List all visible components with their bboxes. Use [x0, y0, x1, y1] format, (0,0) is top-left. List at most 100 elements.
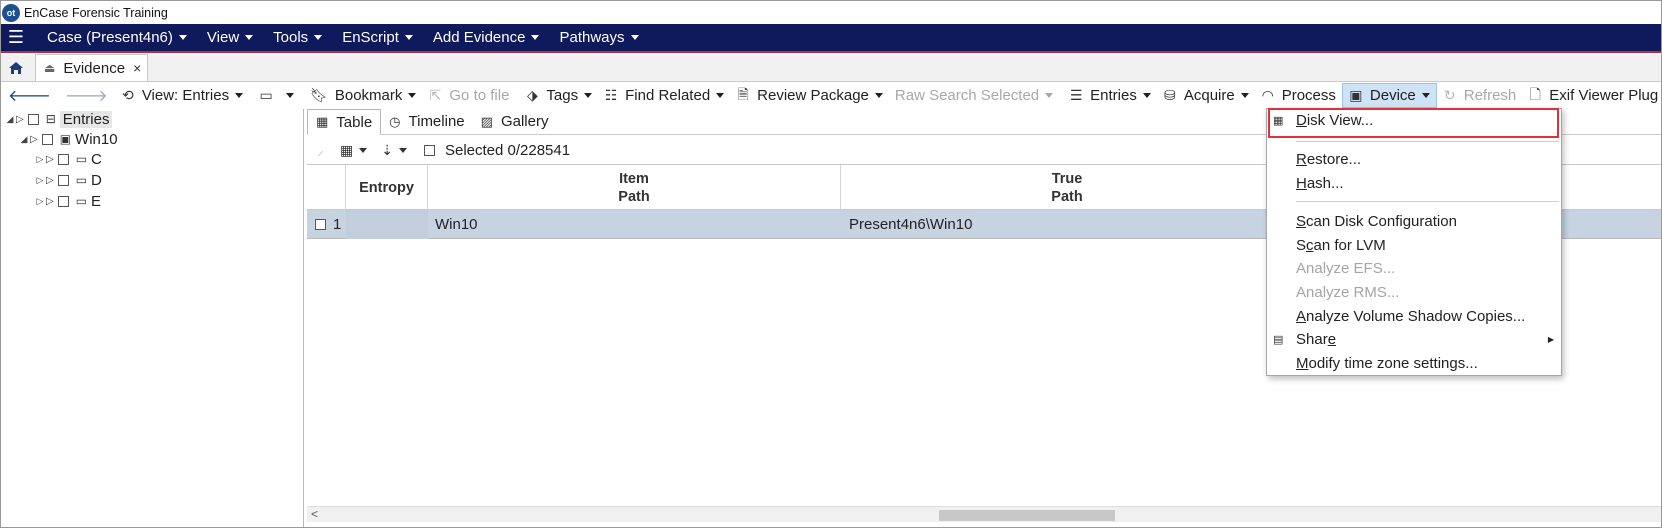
- tree-checkbox[interactable]: [57, 195, 69, 207]
- menu-add-evidence[interactable]: Add Evidence: [423, 24, 550, 51]
- entries-button[interactable]: ☰ Entries: [1063, 83, 1157, 108]
- entries-tree-icon: ⊟: [45, 112, 56, 126]
- menu-item-analyze-volume-shadow-copies[interactable]: Analyze Volume Shadow Copies...: [1267, 305, 1561, 328]
- tree-node-e[interactable]: ▷ ▷ ▭ E: [35, 191, 102, 211]
- tree-checkbox[interactable]: [57, 153, 69, 165]
- menu-view[interactable]: View: [197, 24, 263, 51]
- forward-arrow-icon[interactable]: 🡒: [58, 85, 115, 106]
- tab-timeline[interactable]: ◷ Timeline: [381, 109, 472, 134]
- menu-tools[interactable]: Tools: [263, 24, 332, 51]
- exif-viewer-label: Exif Viewer Plug: [1549, 87, 1659, 104]
- column-header-entropy[interactable]: Entropy: [346, 165, 428, 210]
- tree-label-c[interactable]: C: [91, 151, 102, 168]
- chevron-down-icon: [1421, 93, 1430, 98]
- go-to-file-button[interactable]: ⇱ Go to file: [422, 83, 515, 108]
- chevron-down-icon: [531, 35, 540, 40]
- close-icon[interactable]: ×: [133, 60, 141, 76]
- modify-tz-accel: M: [1296, 355, 1309, 372]
- back-arrow-icon[interactable]: 🡐: [1, 85, 58, 106]
- scrollbar-thumb[interactable]: [939, 510, 1115, 521]
- acquire-icon: ⛁: [1163, 87, 1176, 103]
- layout-icon: ▭: [259, 87, 273, 103]
- row-number-header: [307, 165, 346, 210]
- menu-item-analyze-efs[interactable]: Analyze EFS...: [1267, 257, 1561, 280]
- expand-arrow-icon[interactable]: ▷: [35, 196, 45, 207]
- tree-label-win10[interactable]: Win10: [75, 131, 118, 148]
- acquire-button[interactable]: ⛁ Acquire: [1157, 83, 1255, 108]
- tab-table[interactable]: ▦ Table: [307, 109, 382, 135]
- scan-lvm-prefix: S: [1296, 237, 1307, 254]
- refresh-button[interactable]: ↻ Refresh: [1437, 83, 1523, 108]
- tree-label-entries[interactable]: Entries: [59, 110, 113, 128]
- bookmark-button[interactable]: 🔖︎ Bookmark: [304, 83, 422, 108]
- menu-item-restore[interactable]: Restore...: [1267, 148, 1561, 171]
- select-triangle-icon[interactable]: ▷: [16, 114, 24, 125]
- column-header-item-path[interactable]: Item Path: [428, 165, 841, 210]
- tree-checkbox[interactable]: [27, 113, 39, 125]
- menu-pathways[interactable]: Pathways: [549, 24, 648, 51]
- home-tab[interactable]: [1, 55, 31, 81]
- menu-item-scan-disk-configuration[interactable]: Scan Disk Configuration: [1267, 210, 1561, 233]
- horizontal-scrollbar[interactable]: <: [307, 506, 1661, 522]
- select-all-checkbox[interactable]: [423, 144, 435, 156]
- drive-icon: ▭: [75, 173, 88, 187]
- row-checkbox[interactable]: [315, 219, 326, 230]
- device-button[interactable]: ▣ Device: [1341, 83, 1437, 108]
- tree-node-d[interactable]: ▷ ▷ ▭ D: [35, 170, 102, 190]
- raw-search-selected-label: Raw Search Selected: [894, 87, 1040, 104]
- columns-icon[interactable]: ▦: [340, 142, 353, 159]
- entries-label: Entries: [1090, 87, 1137, 104]
- tree-checkbox[interactable]: [57, 174, 69, 186]
- select-triangle-icon[interactable]: ▷: [46, 175, 54, 186]
- raw-search-selected-button[interactable]: Raw Search Selected: [889, 83, 1059, 108]
- tree-label-d[interactable]: D: [91, 172, 102, 189]
- chevron-down-icon[interactable]: [359, 147, 368, 153]
- chevron-down-icon: [286, 93, 295, 98]
- tab-evidence[interactable]: ⏏ Evidence ×: [35, 54, 149, 81]
- menu-tools-label: Tools: [273, 29, 309, 46]
- menu-item-hash[interactable]: Hash...: [1267, 172, 1561, 195]
- tree-node-c[interactable]: ▷ ▷ ▭ C: [35, 149, 102, 169]
- document-icon: 🗋︎: [1529, 85, 1541, 102]
- menu-item-modify-time-zone[interactable]: Modify time zone settings...: [1267, 352, 1561, 375]
- tags-button[interactable]: ⬗ Tags: [519, 83, 598, 108]
- select-triangle-icon[interactable]: ▷: [30, 134, 38, 145]
- go-to-file-icon: ⇱: [429, 87, 442, 103]
- chevron-down-icon: [630, 35, 639, 40]
- collapse-arrow-icon[interactable]: ◢: [5, 114, 15, 125]
- tag-icon: ⬗: [527, 87, 538, 103]
- menu-item-scan-for-lvm[interactable]: Sc an for LVM: [1267, 234, 1561, 257]
- expand-arrow-icon[interactable]: ▷: [35, 154, 45, 165]
- exif-viewer-button[interactable]: 🗋︎ Exif Viewer Plug: [1522, 83, 1661, 108]
- sort-icon[interactable]: ⇣: [381, 142, 393, 159]
- tree-label-e[interactable]: E: [91, 193, 101, 210]
- hamburger-menu-icon[interactable]: ☰: [1, 24, 31, 51]
- tree-checkbox[interactable]: [41, 133, 53, 145]
- tree-node-entries[interactable]: ◢ ▷ ⊟ Entries: [5, 109, 113, 129]
- chevron-down-icon[interactable]: [398, 147, 407, 153]
- image-icon: ▨: [480, 113, 493, 129]
- scroll-left-icon[interactable]: <: [311, 507, 318, 521]
- row-checkbox-cell[interactable]: [312, 210, 329, 239]
- menu-item-share[interactable]: ▤ Shar e ▶: [1267, 328, 1561, 351]
- review-package-button[interactable]: 🗎︎ Review Package: [730, 83, 889, 108]
- tab-gallery[interactable]: ▨ Gallery: [473, 109, 557, 134]
- find-related-button[interactable]: ☷ Find Related: [598, 83, 730, 108]
- view-entries-button[interactable]: ⟲ View: Entries: [115, 83, 249, 108]
- analyze-vsc-label: nalyze Volume Shadow Copies...: [1306, 308, 1526, 325]
- expand-arrow-icon[interactable]: ▷: [35, 175, 45, 186]
- true-path-header-line1: True: [1051, 170, 1083, 187]
- scan-disk-label: can Disk Configuration: [1306, 213, 1457, 230]
- process-button[interactable]: ◠ Process: [1255, 83, 1342, 108]
- layout-button[interactable]: ▭: [253, 83, 300, 108]
- tree-node-win10[interactable]: ◢ ▷ ▣ Win10: [19, 129, 118, 149]
- chevron-down-icon: [404, 35, 413, 40]
- select-triangle-icon[interactable]: ▷: [46, 196, 54, 207]
- menu-case[interactable]: Case (Present4n6): [37, 24, 197, 51]
- collapse-arrow-icon[interactable]: ◢: [19, 134, 29, 145]
- tab-table-label: Table: [336, 113, 373, 131]
- select-triangle-icon[interactable]: ▷: [46, 154, 54, 165]
- menu-item-analyze-rms[interactable]: Analyze RMS...: [1267, 281, 1561, 304]
- column-header-true-path[interactable]: True Path: [841, 165, 1293, 210]
- menu-enscript[interactable]: EnScript: [332, 24, 423, 51]
